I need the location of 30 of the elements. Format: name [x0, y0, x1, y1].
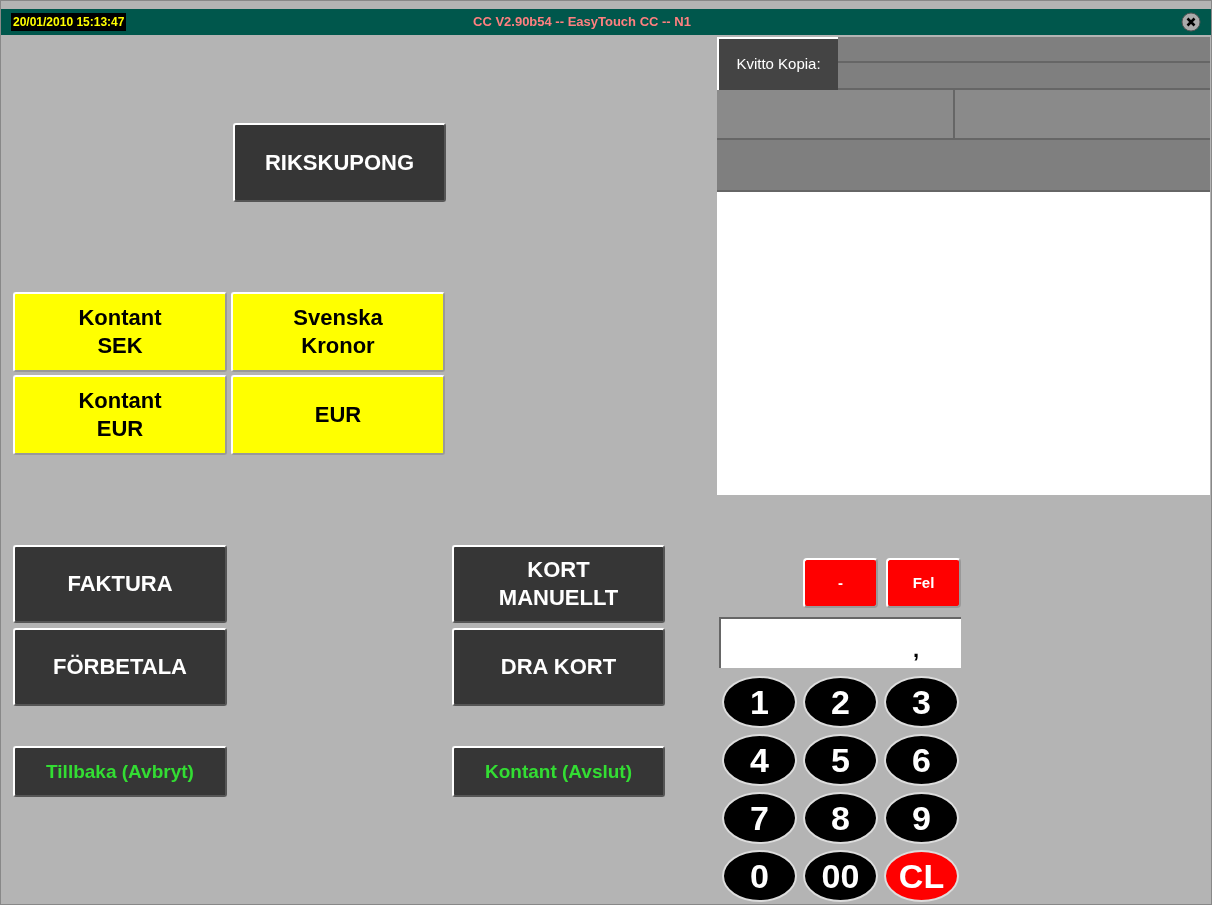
pos-button[interactable]: Kontant SEK — [13, 292, 227, 372]
keypad-key[interactable]: 4 — [722, 734, 797, 786]
pos-button[interactable]: FÖRBETALA — [13, 628, 227, 706]
close-icon[interactable] — [1181, 12, 1201, 32]
keypad-key[interactable]: 00 — [803, 850, 878, 902]
receipt-copy-button[interactable]: Kvitto Kopia: — [717, 37, 838, 90]
keypad-key[interactable]: 1 — [722, 676, 797, 728]
pos-button[interactable]: EUR — [231, 375, 445, 455]
keypad-key[interactable]: 9 — [884, 792, 959, 844]
keypad-key[interactable]: CL — [884, 850, 959, 902]
keypad-key[interactable]: 6 — [884, 734, 959, 786]
function-key[interactable]: Fel — [886, 558, 961, 608]
keypad-key[interactable]: 8 — [803, 792, 878, 844]
amount-display: , — [719, 617, 961, 668]
date-time: 20/01/2010 15:13:47 — [11, 13, 127, 31]
pos-button[interactable]: KORT MANUELLT — [452, 545, 665, 623]
keypad-key[interactable]: 2 — [803, 676, 878, 728]
pos-button[interactable]: Svenska Kronor — [231, 292, 445, 372]
pos-button[interactable]: Kontant EUR — [13, 375, 227, 455]
window-title: CC V2.90b54 -- EasyTouch CC -- N1 — [473, 13, 691, 32]
pos-button[interactable]: Tillbaka (Avbryt) — [13, 746, 227, 797]
pos-button[interactable]: DRA KORT — [452, 628, 665, 706]
keypad-key[interactable]: 0 — [722, 850, 797, 902]
keypad-key[interactable]: 3 — [884, 676, 959, 728]
keypad-key[interactable]: 7 — [722, 792, 797, 844]
function-key[interactable]: - — [803, 558, 878, 608]
pos-button[interactable]: RIKSKUPONG — [233, 123, 446, 202]
keypad-key[interactable]: 5 — [803, 734, 878, 786]
pos-button[interactable]: Kontant (Avslut) — [452, 746, 665, 797]
pos-button[interactable]: FAKTURA — [13, 545, 227, 623]
